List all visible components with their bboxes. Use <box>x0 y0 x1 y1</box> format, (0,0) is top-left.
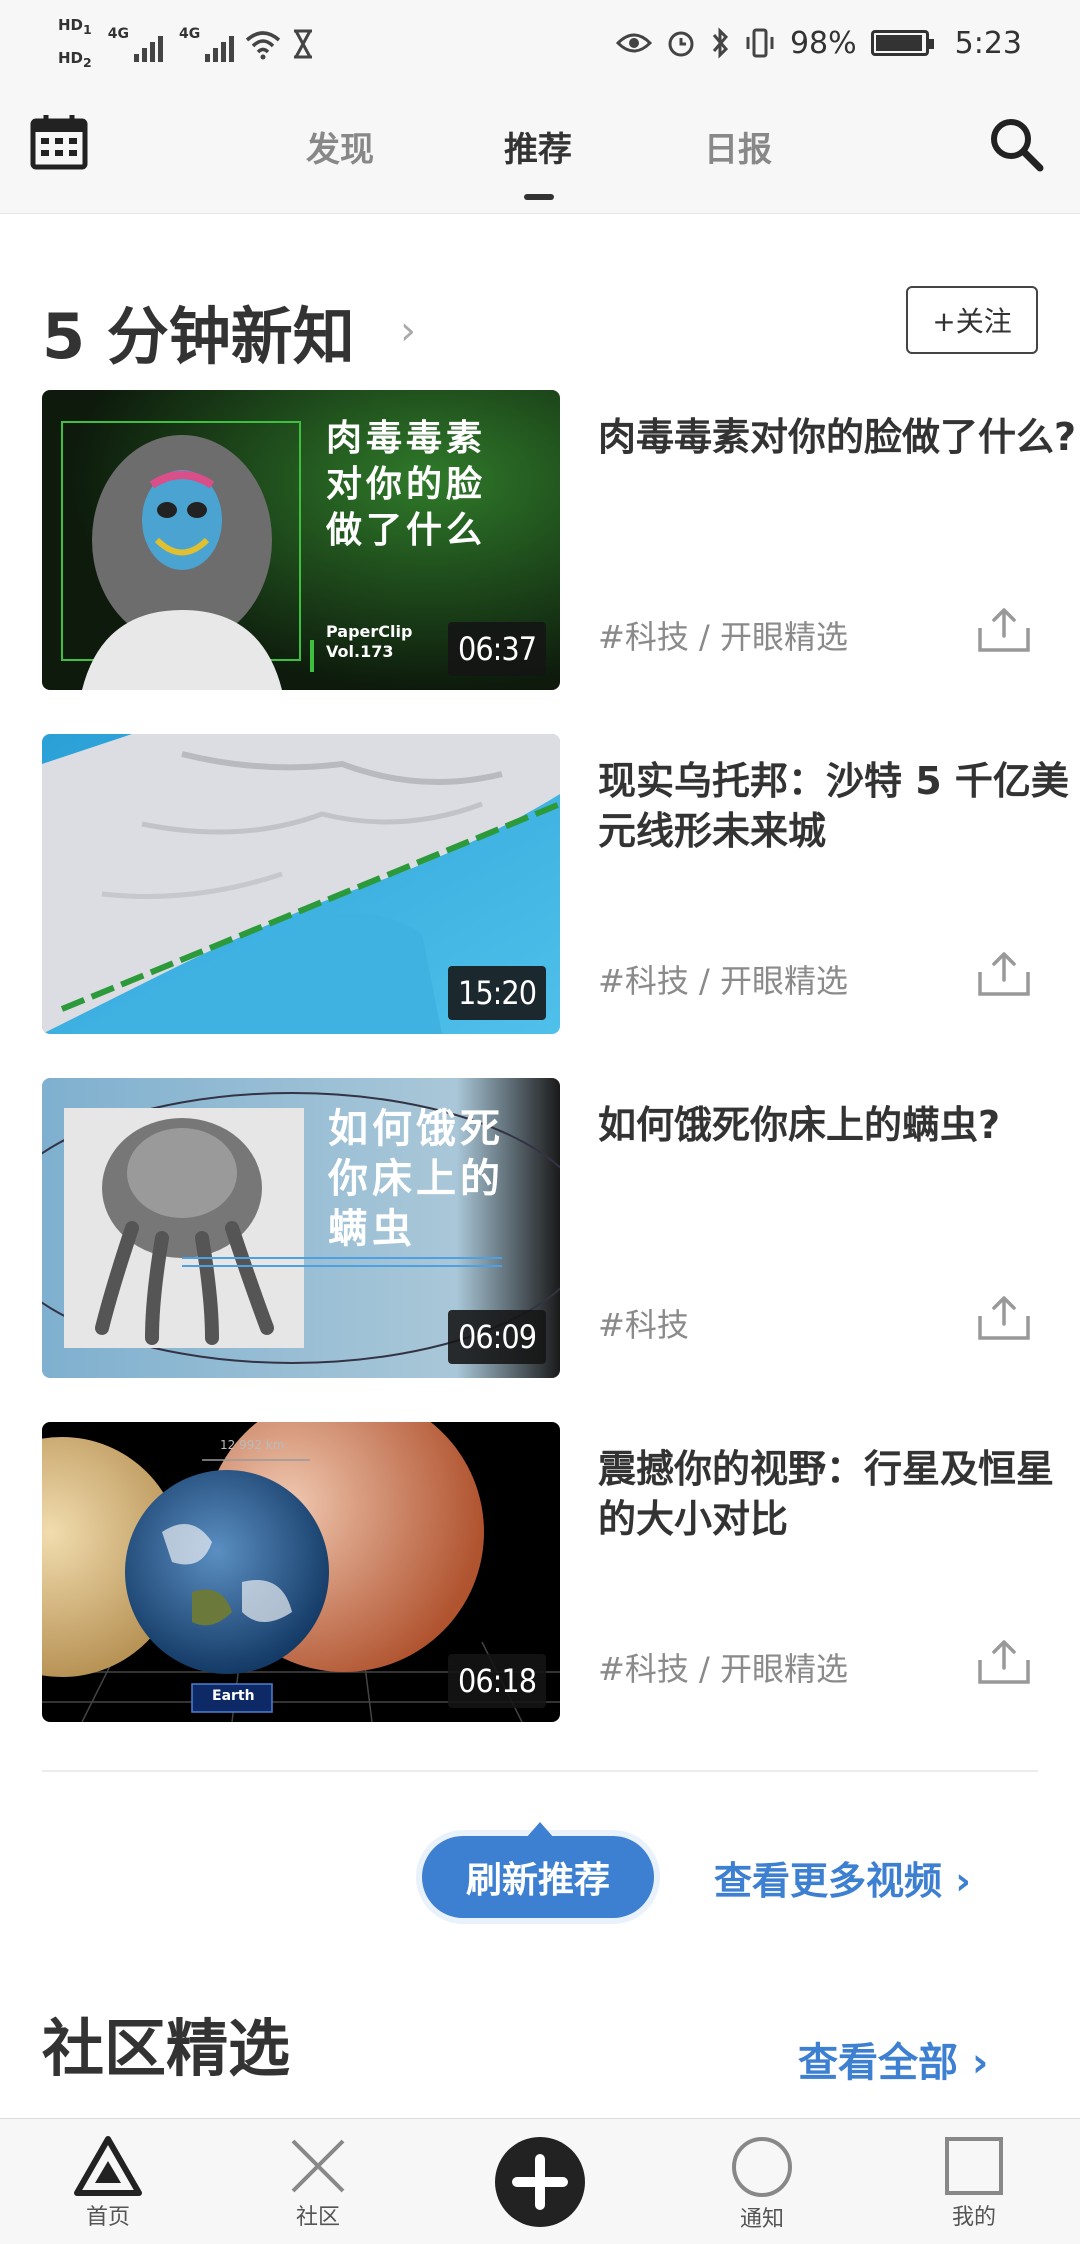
refresh-recommend-button[interactable]: 刷新推荐 <box>422 1822 654 1918</box>
duration-badge: 06:37 <box>448 622 546 676</box>
video-thumbnail[interactable]: 肉毒毒素 对你的脸 做了什么 PaperClip Vol.173 06:37 <box>42 390 560 690</box>
battery-icon <box>870 30 934 56</box>
triangle-icon <box>74 2136 142 2196</box>
duration-badge: 15:20 <box>448 966 546 1020</box>
video-tags[interactable]: #科技 / 开眼精选 <box>598 956 848 1002</box>
plus-icon <box>512 2154 568 2210</box>
video-card[interactable]: 肉毒毒素 对你的脸 做了什么 PaperClip Vol.173 06:37 肉… <box>42 390 1076 690</box>
thumbnail-line: 做了什么 <box>326 510 487 551</box>
battery-percent: 98% <box>789 25 857 61</box>
thumbnail-line: 如何饿死 <box>328 1105 504 1152</box>
tab-recommend[interactable]: 推荐 <box>504 122 572 171</box>
video-card[interactable]: 12 992 km Earth 06:18 震撼你的视野：行星及恒星的大小对比 … <box>42 1422 1054 1722</box>
hd1-sub: 1 <box>83 22 92 37</box>
share-icon[interactable] <box>976 1638 1032 1686</box>
nav-label: 社区 <box>295 2205 340 2230</box>
network-label: 4G <box>107 26 129 42</box>
brand-volume: Vol.173 <box>326 642 394 661</box>
thumbnail-title: 肉毒毒素 对你的脸 做了什么 <box>326 416 486 554</box>
nav-profile[interactable]: 我的 <box>904 2119 1044 2244</box>
share-icon[interactable] <box>976 606 1032 654</box>
share-icon[interactable] <box>976 950 1032 998</box>
tab-daily[interactable]: 日报 <box>704 122 772 171</box>
video-title[interactable]: 震撼你的视野：行星及恒星的大小对比 <box>598 1444 1078 1544</box>
search-icon[interactable] <box>988 116 1044 172</box>
video-thumbnail[interactable]: 如何饿死 你床上的 螨虫 06:09 <box>42 1078 560 1378</box>
video-card[interactable]: 15:20 现实乌托邦：沙特 5 千亿美元线形未来城 #科技 / 开眼精选 <box>42 734 1069 1034</box>
square-icon <box>945 2137 1003 2195</box>
status-right: 98% 5:23 <box>615 18 1022 68</box>
vibrate-icon <box>746 28 774 58</box>
view-all-link[interactable]: 查看全部 › <box>798 2030 988 2088</box>
hourglass-icon <box>294 29 313 59</box>
video-card[interactable]: 如何饿死 你床上的 螨虫 06:09 如何饿死你床上的螨虫? #科技 <box>42 1078 1038 1378</box>
video-title[interactable]: 如何饿死你床上的螨虫? <box>598 1100 1078 1150</box>
duration-badge: 06:18 <box>448 1654 546 1708</box>
video-tags[interactable]: #科技 / 开眼精选 <box>598 1644 848 1690</box>
thumbnail-brand: PaperClip Vol.173 <box>326 622 412 662</box>
thumbnail-line: 肉毒毒素 <box>326 418 487 459</box>
publish-button[interactable] <box>495 2137 585 2227</box>
section-chevron-icon[interactable]: › <box>400 308 416 354</box>
cross-icon <box>291 2139 345 2193</box>
thumbnail-label: Earth <box>212 1688 255 1704</box>
bottom-nav: 首页 社区 通知 我的 <box>0 2118 1080 2244</box>
status-bar: HD1 HD2 4G 4G 98% 5:23 <box>0 0 1080 86</box>
thumbnail-measure: 12 992 km <box>220 1438 285 1452</box>
wifi-icon <box>246 31 281 60</box>
hd1-label: HD <box>58 16 84 34</box>
follow-button[interactable]: +关注 <box>906 286 1038 354</box>
duration-badge: 06:09 <box>448 1310 546 1364</box>
community-section-title: 社区精选 <box>42 2012 291 2085</box>
nav-notifications[interactable]: 通知 <box>692 2119 832 2244</box>
circle-icon <box>732 2137 792 2197</box>
signal-icon: 4G <box>108 26 163 62</box>
view-more-videos-link[interactable]: 查看更多视频 › <box>714 1850 971 1905</box>
section-title[interactable]: 5 分钟新知 <box>42 286 355 376</box>
eye-icon <box>615 33 652 53</box>
bluetooth-icon <box>712 27 728 59</box>
thumbnail-line: 螨虫 <box>328 1205 416 1252</box>
brand-name: PaperClip <box>326 622 413 641</box>
hd-indicator: HD1 HD2 <box>58 11 92 77</box>
top-nav: 发现 推荐 日报 <box>0 86 1080 214</box>
tab-bar: 发现 推荐 日报 <box>0 86 1080 214</box>
status-time: 5:23 <box>954 25 1022 61</box>
active-tab-indicator <box>524 194 554 200</box>
video-title[interactable]: 肉毒毒素对你的脸做了什么? <box>598 412 1078 462</box>
nav-community[interactable]: 社区 <box>248 2119 388 2244</box>
network-label: 4G <box>178 26 201 42</box>
video-thumbnail[interactable]: 15:20 <box>42 734 560 1034</box>
thumbnail-line: 对你的脸 <box>326 464 487 505</box>
hd2-label: HD <box>58 49 84 67</box>
divider <box>42 1770 1038 1772</box>
tab-discover[interactable]: 发现 <box>306 122 374 171</box>
status-left: HD1 HD2 4G 4G <box>58 12 314 76</box>
nav-home[interactable]: 首页 <box>38 2119 178 2244</box>
nav-label: 通知 <box>739 2207 784 2232</box>
video-tags[interactable]: #科技 / 开眼精选 <box>598 612 848 658</box>
nav-label: 我的 <box>951 2205 996 2230</box>
nav-label: 首页 <box>85 2205 130 2230</box>
share-icon[interactable] <box>976 1294 1032 1342</box>
video-title[interactable]: 现实乌托邦：沙特 5 千亿美元线形未来城 <box>598 756 1078 856</box>
signal-icon: 4G <box>178 26 235 62</box>
hd2-sub: 2 <box>83 55 92 70</box>
video-tags[interactable]: #科技 <box>598 1300 689 1346</box>
video-thumbnail[interactable]: 12 992 km Earth 06:18 <box>42 1422 560 1722</box>
alarm-icon <box>668 31 694 57</box>
thumbnail-line: 你床上的 <box>328 1155 504 1202</box>
thumbnail-title: 如何饿死 你床上的 螨虫 <box>328 1104 504 1254</box>
